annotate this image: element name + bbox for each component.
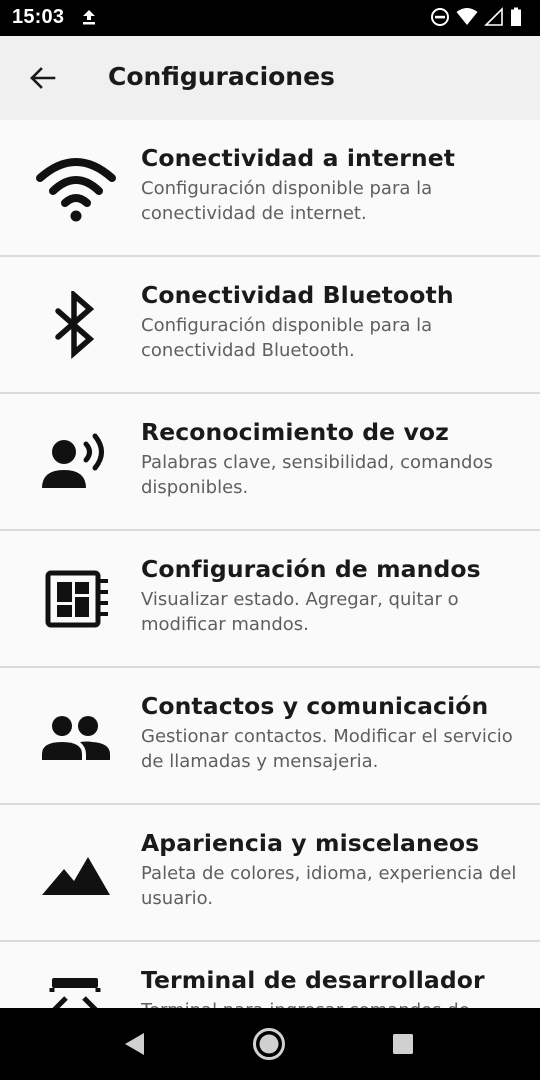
settings-item-internet[interactable]: Conectividad a internet Configuración di…: [0, 120, 540, 257]
upload-icon: [80, 8, 98, 30]
people-icon: [36, 702, 116, 772]
settings-item-title: Terminal de desarrollador: [141, 966, 485, 994]
page-title: Configuraciones: [108, 62, 335, 91]
status-bar: 15:03: [0, 0, 540, 36]
settings-item-title: Contactos y comunicación: [141, 692, 489, 720]
recents-square-icon: [393, 1034, 413, 1054]
nav-home-button[interactable]: [249, 1026, 289, 1062]
back-triangle-icon: [125, 1033, 144, 1055]
settings-item-appearance[interactable]: Apariencia y miscelaneos Paleta de color…: [0, 805, 540, 942]
settings-item-bluetooth[interactable]: Conectividad Bluetooth Configuración dis…: [0, 257, 540, 394]
do-not-disturb-icon: [430, 7, 450, 31]
developer-terminal-icon: [36, 976, 116, 1008]
settings-item-description: Paleta de colores, idioma, experiencia d…: [141, 863, 517, 909]
settings-item-description: Configuración disponible para la conecti…: [141, 315, 433, 361]
status-icons: [430, 7, 522, 31]
settings-item-title: Conectividad Bluetooth: [141, 281, 454, 309]
settings-item-description: Configuración disponible para la conecti…: [141, 178, 433, 224]
wifi-icon: [36, 154, 116, 224]
settings-item-title: Configuración de mandos: [141, 555, 481, 583]
battery-icon: [510, 7, 522, 31]
nav-back-button[interactable]: [114, 1026, 154, 1062]
status-time: 15:03: [12, 6, 65, 28]
controller-board-icon: [36, 565, 116, 635]
home-circle-icon: [253, 1028, 285, 1060]
settings-list[interactable]: Conectividad a internet Configuración di…: [0, 120, 540, 1008]
settings-item-contacts[interactable]: Contactos y comunicación Gestionar conta…: [0, 668, 540, 805]
settings-item-developer-terminal[interactable]: Terminal de desarrollador Terminal para …: [0, 942, 540, 1008]
landscape-icon: [36, 839, 116, 909]
navigation-bar: [0, 1008, 540, 1080]
cell-signal-icon: [484, 7, 504, 31]
settings-item-title: Apariencia y miscelaneos: [141, 829, 480, 857]
bluetooth-icon: [36, 291, 116, 361]
settings-item-voice[interactable]: Reconocimiento de voz Palabras clave, se…: [0, 394, 540, 531]
app-bar: Configuraciones: [0, 36, 540, 120]
nav-recents-button[interactable]: [383, 1026, 423, 1062]
settings-item-title: Reconocimiento de voz: [141, 418, 449, 446]
wifi-icon: [456, 7, 478, 31]
back-button[interactable]: [22, 60, 62, 96]
settings-item-description: Gestionar contactos. Modificar el servic…: [141, 726, 513, 772]
settings-item-description: Terminal para ingresar comandos de: [141, 999, 521, 1008]
settings-item-title: Conectividad a internet: [141, 144, 456, 172]
settings-item-controllers[interactable]: Configuración de mandos Visualizar estad…: [0, 531, 540, 668]
settings-item-description: Palabras clave, sensibilidad, comandos d…: [141, 452, 493, 498]
arrow-back-icon: [30, 67, 56, 89]
voice-recognition-icon: [36, 428, 116, 498]
settings-item-description: Visualizar estado. Agregar, quitar o mod…: [141, 589, 459, 635]
